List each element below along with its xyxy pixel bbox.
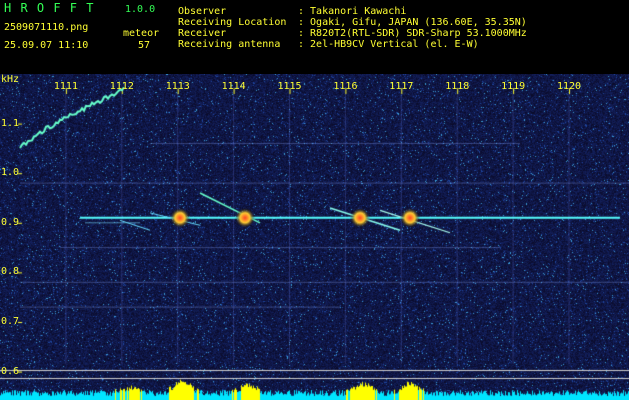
x-tick-label: 1114 — [221, 81, 246, 92]
x-tick-label: 1115 — [277, 81, 302, 92]
y-tick-label: 0.9 — [1, 216, 20, 228]
x-tick-label: 1113 — [165, 81, 190, 92]
app-title: H R O F F T — [4, 1, 95, 15]
meteor-label: meteor — [123, 28, 160, 39]
spectrogram-canvas — [0, 74, 629, 400]
observer-key: Observer — [178, 6, 227, 17]
observer-value: : Takanori Kawachi — [298, 6, 407, 17]
y-tick-label: 0.7 — [1, 316, 20, 327]
antenna-key: Receiving antenna — [178, 39, 281, 50]
x-tick-label: 1117 — [389, 81, 414, 92]
location-value: : Ogaki, Gifu, JAPAN (136.60E, 35.35N) — [298, 17, 527, 28]
x-tick-label: 1118 — [445, 81, 470, 92]
x-tick-label: 1112 — [109, 81, 134, 92]
location-key: Receiving Location — [178, 17, 287, 28]
x-tick-label: 1119 — [501, 81, 526, 92]
datetime: 25.09.07 11:10 — [4, 40, 89, 51]
antenna-value: : 2el-HB9CV Vertical (el. E-W) — [298, 39, 479, 50]
y-tick-label: 0.8 — [1, 266, 20, 278]
x-tick-label: 1120 — [557, 81, 582, 92]
header-panel: H R O F F T 1.0.0 2509071110.png meteor … — [0, 0, 629, 74]
y-tick-label: 1.1 — [1, 117, 20, 129]
meteor-count: 57 — [138, 40, 151, 51]
app-version: 1.0.0 — [125, 4, 156, 15]
y-tick-label: 0.6 — [1, 365, 20, 377]
x-tick-label: 1116 — [333, 81, 358, 92]
receiver-key: Receiver — [178, 28, 227, 39]
file-name: 2509071110.png — [4, 22, 89, 33]
y-unit-label: kHz — [1, 74, 20, 85]
x-tick-label: 1111 — [53, 81, 78, 92]
y-tick-label: 1.0 — [1, 167, 20, 179]
receiver-value: : R820T2(RTL-SDR) SDR-Sharp 53.1000MHz — [298, 28, 527, 39]
